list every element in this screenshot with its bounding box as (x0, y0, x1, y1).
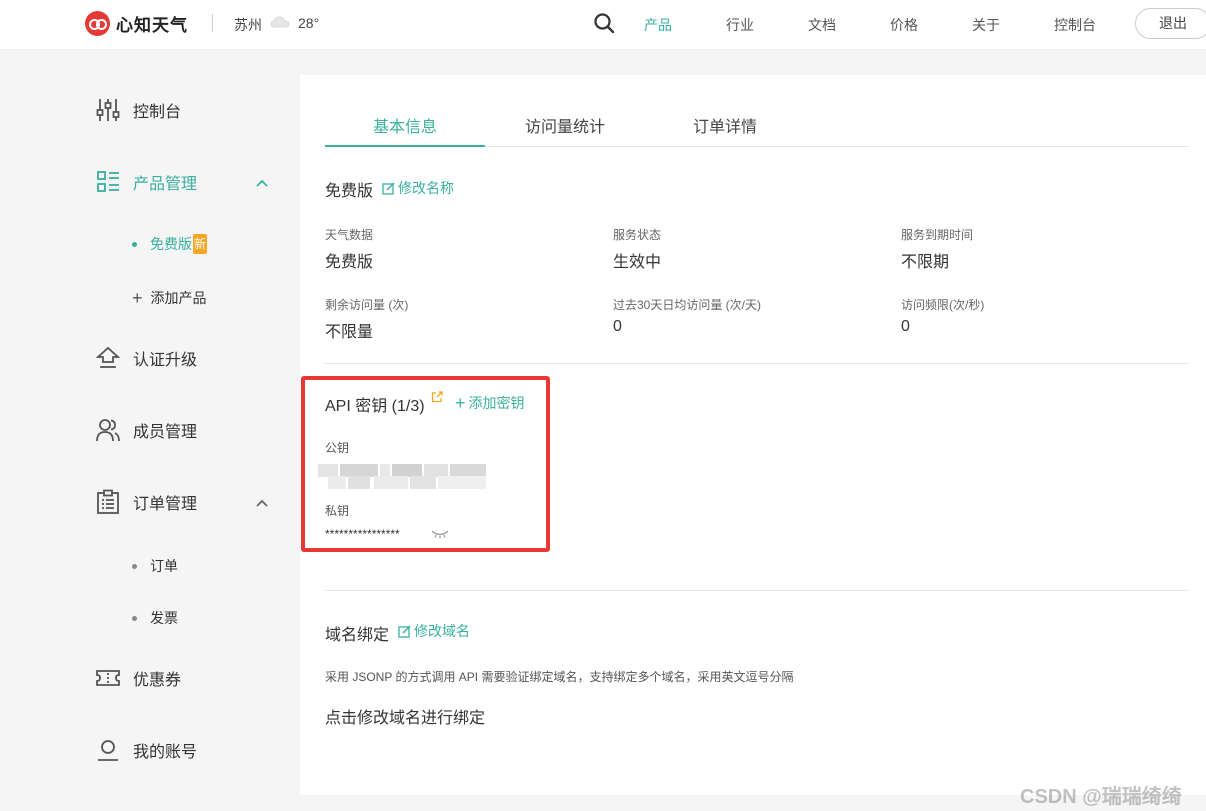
logo-icon (85, 11, 110, 36)
sidebar: 控制台 产品管理 免费版 新 + 添加产品 认证升级 成员管理 订单管理 订单 … (0, 51, 300, 811)
api-key-title: API 密钥 (1/3) (325, 398, 425, 415)
field-value-rate-limit: 0 (901, 318, 910, 335)
plan-name: 免费版 (325, 183, 374, 200)
temperature: 28° (298, 15, 320, 31)
sidebar-item-product-management[interactable]: 产品管理 (95, 169, 197, 195)
tab-bar: 基本信息 访问量统计 订单详情 (325, 99, 1189, 147)
rename-plan-label: 修改名称 (398, 180, 454, 196)
city-name: 苏州 (234, 17, 262, 33)
brand-name: 心知天气 (116, 16, 188, 35)
sidebar-item-coupons[interactable]: 优惠券 (95, 665, 181, 691)
clipboard-icon (97, 489, 119, 514)
bullet-dot (132, 241, 137, 247)
ticket-icon (96, 670, 120, 686)
rename-plan-link[interactable]: 修改名称 (382, 178, 454, 198)
sidebar-item-console[interactable]: 控制台 (95, 97, 181, 123)
field-value-remaining-calls: 不限量 (325, 324, 374, 341)
sidebar-item-label: 我的账号 (133, 744, 198, 761)
sidebar-item-my-account[interactable]: 我的账号 (95, 737, 197, 763)
nav-industry[interactable]: 行业 (726, 15, 754, 35)
sidebar-item-order-management[interactable]: 订单管理 (95, 489, 197, 515)
upgrade-arrow-icon (95, 346, 121, 368)
sidebar-subitem-label: 订单 (150, 558, 178, 574)
section-divider (325, 590, 1189, 591)
private-key-value: **************** (325, 527, 400, 541)
edit-domain-label: 修改域名 (414, 623, 470, 639)
top-navbar: 心知天气 苏州 28° 产品 行业 文档 价格 关于 控制台 退出 (0, 0, 1206, 50)
user-icon (98, 740, 118, 761)
sidebar-item-verify-upgrade[interactable]: 认证升级 (95, 345, 197, 371)
plus-icon: + (455, 393, 466, 413)
new-badge: 新 (193, 234, 207, 254)
sliders-icon (96, 99, 120, 121)
nav-docs[interactable]: 文档 (808, 15, 836, 35)
nav-console[interactable]: 控制台 (1054, 15, 1096, 35)
sidebar-item-label: 产品管理 (133, 176, 198, 193)
field-label-expiry: 服务到期时间 (901, 228, 974, 242)
main-panel: 基本信息 访问量统计 订单详情 免费版 修改名称 天气数据 免费版 服务状态 生… (300, 75, 1206, 795)
search-icon[interactable] (593, 12, 615, 34)
public-key-value-redacted (318, 463, 486, 489)
field-label-weather-data: 天气数据 (325, 228, 374, 242)
nav-pricing[interactable]: 价格 (890, 15, 918, 35)
sidebar-subitem-label: 发票 (150, 610, 178, 626)
cloud-icon (270, 16, 290, 28)
field-value-daily-average: 0 (613, 318, 622, 335)
tab-basic-info[interactable]: 基本信息 (325, 113, 485, 137)
brand-logo[interactable]: 心知天气 (85, 11, 188, 36)
field-label-rate-limit: 访问频限(次/秒) (901, 298, 985, 312)
nav-about[interactable]: 关于 (972, 15, 1000, 35)
field-value-service-status: 生效中 (613, 254, 662, 271)
chevron-up-icon[interactable] (255, 176, 269, 190)
sidebar-item-member-management[interactable]: 成员管理 (95, 417, 197, 443)
bullet-dot (132, 615, 137, 621)
nav-products[interactable]: 产品 (644, 15, 672, 35)
sidebar-item-label: 优惠券 (133, 672, 182, 689)
bullet-dot (132, 563, 137, 569)
field-label-remaining-calls: 剩余访问量 (次) (325, 298, 409, 312)
field-label-daily-average: 过去30天日均访问量 (次/天) (613, 298, 762, 312)
sidebar-subitem-add-product[interactable]: + 添加产品 (132, 288, 207, 308)
sidebar-subitem-invoice[interactable]: 发票 (132, 608, 178, 628)
watermark: CSDN @瑞瑞绮绮 (1020, 786, 1182, 808)
add-key-label: 添加密钥 (468, 395, 525, 411)
sidebar-item-label: 控制台 (133, 104, 182, 121)
sidebar-item-label: 成员管理 (133, 424, 198, 441)
edit-icon (398, 624, 411, 638)
sidebar-subitem-label: 免费版 (150, 236, 192, 252)
sidebar-item-label: 订单管理 (133, 496, 198, 513)
sidebar-subitem-label: 添加产品 (150, 290, 207, 306)
domain-binding-title: 域名绑定 (325, 627, 390, 644)
field-value-weather-data: 免费版 (325, 254, 374, 271)
grid-list-icon (97, 171, 119, 192)
external-link-icon[interactable] (431, 391, 443, 403)
tab-order-details[interactable]: 订单详情 (645, 113, 805, 137)
bind-domain-prompt[interactable]: 点击修改域名进行绑定 (325, 704, 485, 728)
active-tab-indicator (325, 145, 485, 147)
section-divider (325, 363, 1189, 364)
field-label-service-status: 服务状态 (613, 228, 662, 242)
edit-domain-link[interactable]: 修改域名 (398, 621, 470, 641)
edit-icon (382, 181, 395, 195)
public-key-label: 公钥 (325, 441, 350, 455)
users-icon (96, 419, 120, 442)
chevron-up-icon[interactable] (255, 496, 269, 510)
nav-divider (212, 14, 213, 32)
eye-closed-icon[interactable] (431, 529, 449, 539)
sidebar-subitem-orders[interactable]: 订单 (132, 556, 178, 576)
domain-description: 采用 JSONP 的方式调用 API 需要验证绑定域名，支持绑定多个域名，采用英… (325, 670, 794, 684)
plus-icon: + (132, 288, 143, 308)
sidebar-item-label: 认证升级 (133, 352, 198, 369)
tab-traffic-stats[interactable]: 访问量统计 (485, 113, 645, 137)
sidebar-subitem-free-plan[interactable]: 免费版 新 (132, 234, 207, 254)
field-value-expiry: 不限期 (901, 254, 950, 271)
logout-button[interactable]: 退出 (1135, 8, 1206, 39)
add-key-button[interactable]: + 添加密钥 (455, 393, 525, 413)
private-key-label: 私钥 (325, 504, 350, 518)
